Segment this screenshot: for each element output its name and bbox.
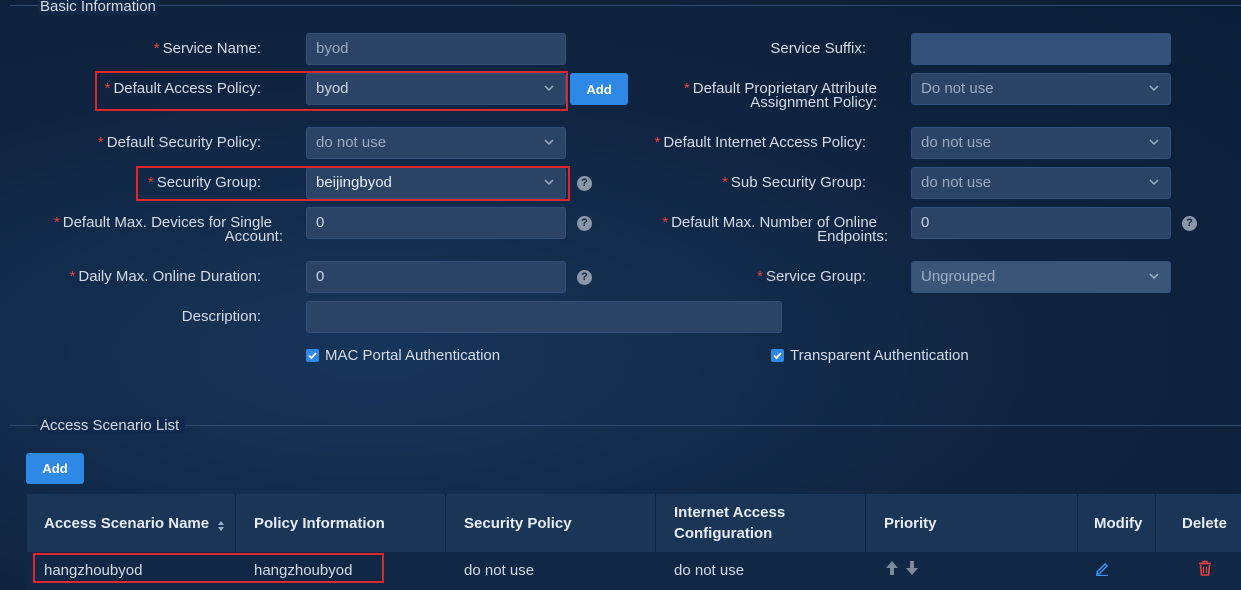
- max-devices-input[interactable]: 0: [306, 207, 566, 239]
- default-security-policy-label: * Default Security Policy:: [97, 134, 261, 151]
- service-name-input[interactable]: byod: [306, 33, 566, 65]
- check-icon: [306, 349, 319, 362]
- table-row: [27, 552, 1241, 590]
- chevron-down-icon: [543, 82, 555, 94]
- column-separator: [865, 494, 866, 552]
- default-security-policy-select[interactable]: do not use: [306, 127, 566, 159]
- default-internet-policy-label: * Default Internet Access Policy:: [654, 134, 866, 151]
- chevron-down-icon: [1148, 270, 1160, 282]
- chevron-down-icon: [1148, 136, 1160, 148]
- service-suffix-input[interactable]: [911, 33, 1171, 65]
- basic-info-title: Basic Information: [38, 0, 158, 15]
- chevron-down-icon: [543, 136, 555, 148]
- max-devices-label: * Default Max. Devices for Single Account:: [53, 214, 283, 245]
- arrow-down-icon[interactable]: [905, 560, 919, 580]
- trash-icon[interactable]: [1198, 560, 1212, 580]
- mac-portal-auth-label: MAC Portal Authentication: [325, 347, 501, 364]
- default-proprietary-policy-select[interactable]: Do not use: [911, 73, 1171, 105]
- default-access-policy-label: * Default Access Policy:: [104, 80, 261, 97]
- access-scenario-title: Access Scenario List: [38, 417, 186, 434]
- check-icon: [771, 349, 784, 362]
- transparent-auth-checkbox[interactable]: Transparent Authentication: [771, 347, 969, 364]
- row-security-cell: do not use: [464, 562, 535, 579]
- access-scenario-divider: [10, 425, 1241, 426]
- arrow-up-icon[interactable]: [885, 560, 899, 580]
- help-icon[interactable]: ?: [577, 216, 592, 231]
- column-header-delete: Delete: [1182, 514, 1228, 532]
- help-icon[interactable]: ?: [1182, 216, 1197, 231]
- max-online-endpoints-input[interactable]: 0: [911, 207, 1171, 239]
- default-access-policy-select[interactable]: byod: [306, 73, 566, 105]
- sub-security-group-label: * Sub Security Group:: [722, 174, 866, 191]
- row-name-cell: hangzhoubyod: [44, 562, 143, 579]
- column-header-security: Security Policy: [464, 514, 572, 532]
- help-icon[interactable]: ?: [577, 176, 592, 191]
- column-header-modify: Modify: [1094, 514, 1143, 532]
- column-header-internet: Internet Access Configuration: [674, 504, 786, 542]
- help-icon[interactable]: ?: [577, 270, 592, 285]
- description-input[interactable]: [306, 301, 782, 333]
- basic-info-divider: [10, 5, 1241, 6]
- max-online-endpoints-label: * Default Max. Number of Online Endpoints:: [662, 214, 888, 245]
- chevron-down-icon: [1148, 82, 1160, 94]
- add-access-scenario-button[interactable]: Add: [26, 453, 84, 484]
- edit-icon[interactable]: [1094, 560, 1110, 580]
- chevron-down-icon: [543, 176, 555, 188]
- column-separator: [445, 494, 446, 552]
- default-internet-policy-select[interactable]: do not use: [911, 127, 1171, 159]
- sort-icon[interactable]: [217, 517, 225, 531]
- daily-max-duration-input[interactable]: 0: [306, 261, 566, 293]
- column-header-name[interactable]: Access Scenario Name: [27, 494, 235, 552]
- security-group-label: * Security Group:: [147, 174, 261, 191]
- column-header-policy: Policy Information: [254, 514, 385, 532]
- row-internet-cell: do not use: [674, 562, 745, 579]
- column-separator: [235, 494, 236, 552]
- daily-max-duration-label: * Daily Max. Online Duration:: [69, 268, 261, 285]
- description-label: Description:: [181, 308, 261, 325]
- sub-security-group-select[interactable]: do not use: [911, 167, 1171, 199]
- service-group-select[interactable]: Ungrouped: [911, 261, 1171, 293]
- column-header-priority: Priority: [884, 514, 937, 532]
- row-policy-cell: hangzhoubyod: [254, 562, 353, 579]
- transparent-auth-label: Transparent Authentication: [790, 347, 969, 364]
- column-separator: [1155, 494, 1156, 552]
- mac-portal-auth-checkbox[interactable]: MAC Portal Authentication: [306, 347, 500, 364]
- default-proprietary-policy-label: * Default Proprietary Attribute Assignment…: [683, 80, 877, 111]
- service-name-label: * Service Name:: [153, 40, 261, 57]
- service-suffix-label: Service Suffix:: [770, 40, 866, 57]
- column-separator: [655, 494, 656, 552]
- add-access-policy-button[interactable]: Add: [570, 73, 628, 105]
- security-group-select[interactable]: beijingbyod: [306, 167, 566, 199]
- service-group-label: * Service Group:: [757, 268, 866, 285]
- chevron-down-icon: [1148, 176, 1160, 188]
